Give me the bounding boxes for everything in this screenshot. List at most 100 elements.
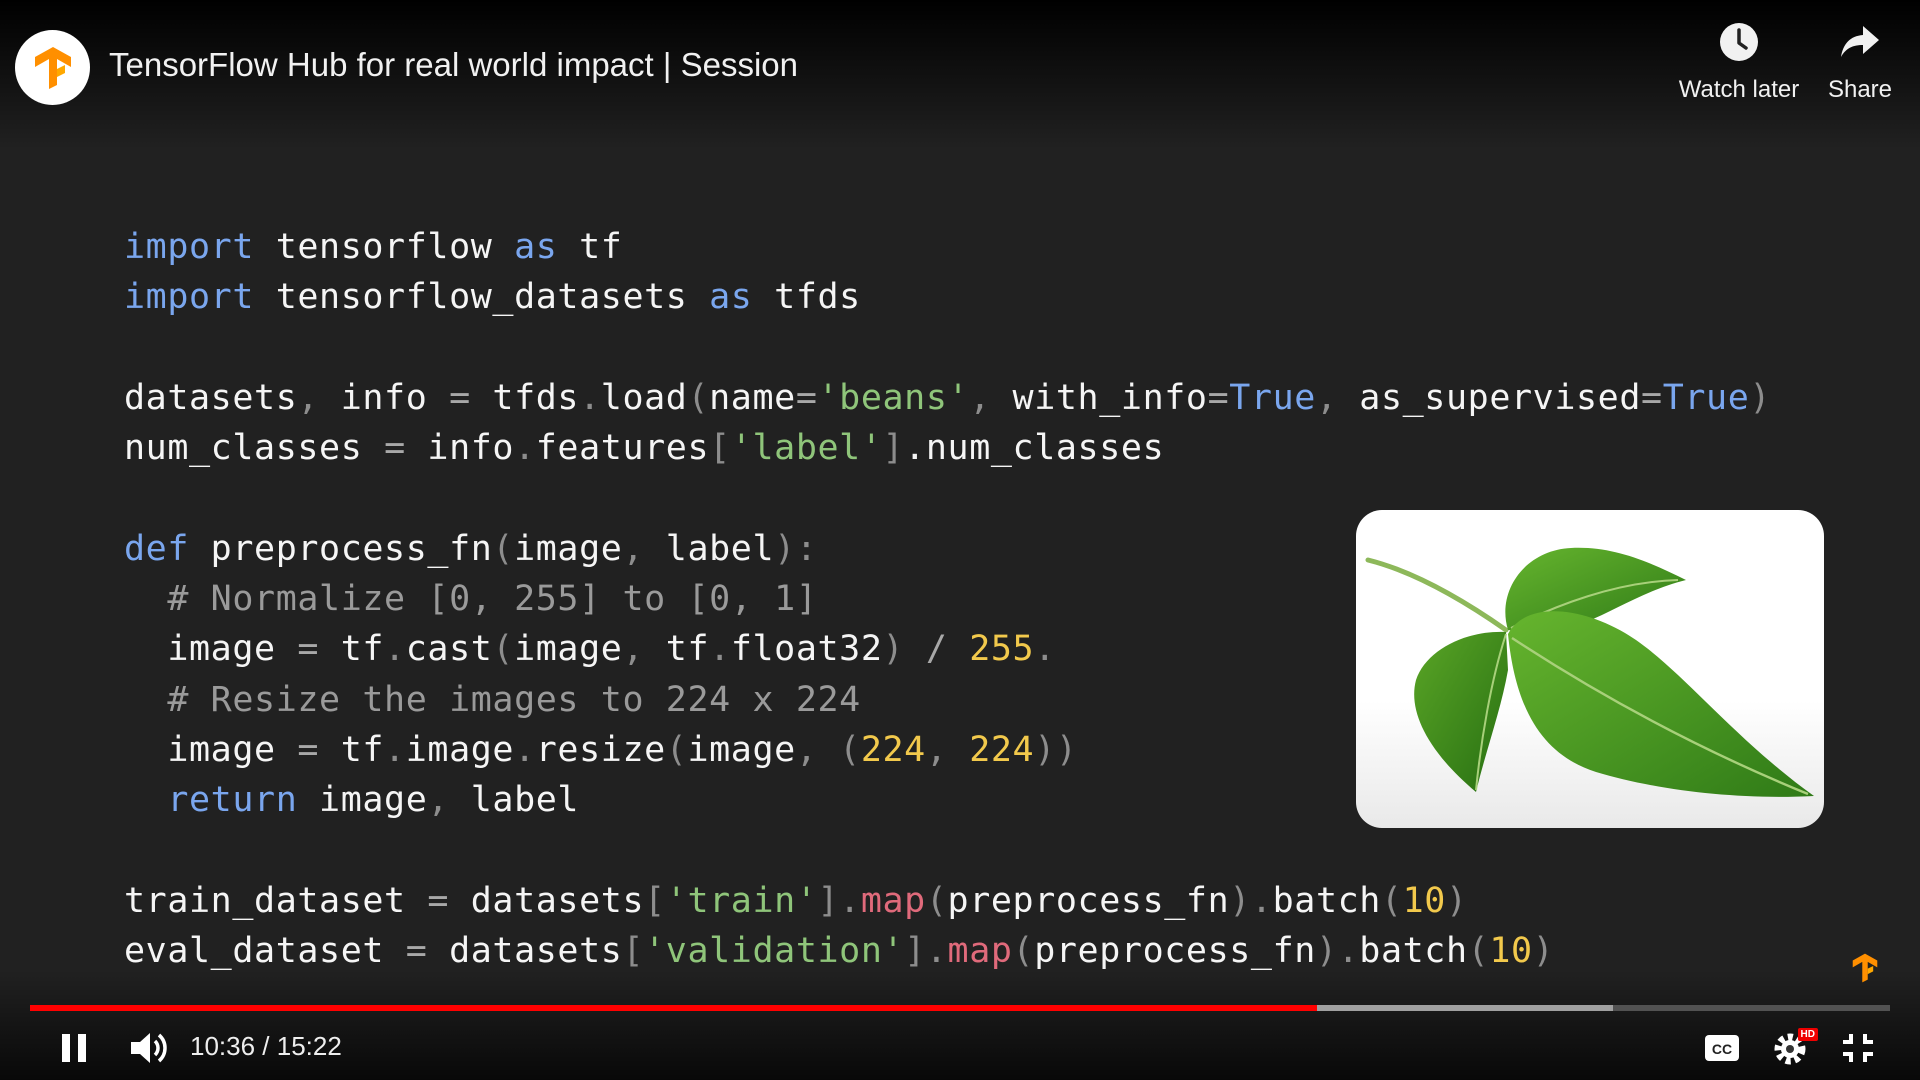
code-token: num_classes — [925, 428, 1165, 469]
code-token: preprocess_fn — [947, 880, 1230, 921]
code-token: , — [622, 629, 645, 670]
code-token: = — [1207, 377, 1230, 418]
code-token: . — [579, 377, 601, 418]
code-token: ( — [492, 528, 515, 569]
code-token: label — [644, 528, 775, 569]
code-token: # Normalize [0, 255] to [0, 1] — [167, 579, 818, 620]
share-button[interactable]: Share — [1820, 22, 1900, 104]
channel-avatar[interactable] — [15, 30, 90, 105]
code-token: num_classes — [124, 428, 385, 469]
share-arrow-icon — [1841, 26, 1879, 57]
code-token: 10 — [1402, 880, 1446, 921]
code-token: = — [795, 377, 818, 418]
share-label: Share — [1827, 76, 1893, 103]
code-token: ) — [1749, 377, 1772, 418]
code-token: ( — [1012, 931, 1035, 972]
code-token: name — [709, 377, 796, 418]
watch-later-button[interactable]: Watch later — [1672, 22, 1806, 104]
code-token: load — [600, 377, 688, 418]
code-line: datasets, info = tfds.load(name='beans',… — [124, 373, 1771, 423]
captions-button[interactable]: CC — [1700, 1030, 1744, 1066]
code-token: ): — [774, 528, 818, 569]
code-token: ) — [1315, 931, 1338, 972]
code-token: , — [969, 377, 991, 418]
bean-leaf-image — [1356, 510, 1824, 828]
code-token: image — [405, 729, 515, 770]
code-token: ( — [1380, 880, 1403, 921]
code-token: 'validation' — [644, 931, 905, 972]
tensorflow-logo-icon — [34, 46, 71, 89]
code-token: = — [297, 629, 320, 670]
code-token: as — [514, 227, 558, 267]
code-token: import — [124, 277, 255, 318]
code-line: train_dataset = datasets['train'].map(pr… — [124, 876, 1771, 926]
pause-button[interactable] — [48, 1028, 100, 1068]
duration: 15:22 — [276, 1031, 342, 1061]
code-token: resize — [535, 729, 666, 770]
code-token: / — [904, 629, 970, 670]
code-token: . — [514, 428, 536, 469]
code-token: float32 — [730, 629, 883, 670]
volume-icon — [131, 1033, 167, 1063]
code-token: [ — [644, 880, 666, 921]
code-token: image — [514, 528, 623, 569]
code-token: True — [1662, 377, 1750, 418]
code-token: datasets — [124, 377, 298, 418]
code-token: ( — [687, 377, 710, 418]
code-token: [ — [622, 931, 645, 972]
code-token: . — [514, 729, 536, 770]
code-token: map — [860, 880, 926, 921]
code-token: , — [297, 377, 320, 418]
code-token: datasets — [449, 880, 645, 921]
time-display: 10:36 / 15:22 — [190, 1031, 342, 1062]
code-token: ] — [817, 880, 840, 921]
code-line: num_classes = info.features['label'].num… — [124, 423, 1771, 473]
code-token: 255 — [969, 629, 1035, 670]
code-token: = — [405, 931, 428, 972]
tensorflow-watermark-icon — [1852, 953, 1878, 983]
code-token: , — [427, 780, 450, 821]
code-token: . — [925, 931, 948, 972]
volume-button[interactable] — [125, 1026, 173, 1070]
code-token: image — [687, 729, 796, 770]
progress-bar[interactable] — [30, 1005, 1890, 1011]
settings-button[interactable]: HD — [1770, 1026, 1818, 1070]
exit-fullscreen-button[interactable] — [1836, 1028, 1880, 1068]
code-token: 'train' — [665, 880, 818, 921]
code-token: , — [622, 528, 645, 569]
code-token: tensorflow — [254, 227, 515, 267]
code-token: return — [167, 780, 298, 821]
clock-icon — [1720, 23, 1758, 61]
code-line: import tensorflow as tf — [124, 222, 1771, 272]
code-token: preprocess_fn — [189, 528, 493, 569]
pause-icon — [62, 1034, 86, 1062]
code-token: , — [795, 729, 818, 770]
code-line: eval_dataset = datasets['validation'].ma… — [124, 926, 1771, 976]
code-token: label — [449, 780, 580, 821]
code-token: train_dataset — [124, 880, 428, 921]
code-token: . — [1250, 880, 1273, 921]
code-token: ( — [1467, 931, 1490, 972]
code-token: ( — [492, 629, 515, 670]
code-token: eval_dataset — [124, 931, 406, 972]
video-title[interactable]: TensorFlow Hub for real world impact | S… — [109, 46, 798, 84]
code-token: info — [319, 377, 450, 418]
code-token: ] — [904, 931, 926, 972]
code-token: . — [1337, 931, 1360, 972]
code-token: batch — [1359, 931, 1468, 972]
code-token: = — [1641, 377, 1663, 418]
code-token: . — [904, 428, 926, 469]
code-token: batch — [1272, 880, 1381, 921]
code-token: = — [384, 428, 406, 469]
code-token: def — [124, 528, 190, 569]
code-token: = — [297, 729, 320, 770]
svg-text:CC: CC — [1712, 1041, 1732, 1057]
code-token: . — [1034, 629, 1056, 670]
code-token: ) — [882, 629, 905, 670]
code-token: tfds — [752, 277, 861, 318]
code-token: map — [947, 931, 1013, 972]
